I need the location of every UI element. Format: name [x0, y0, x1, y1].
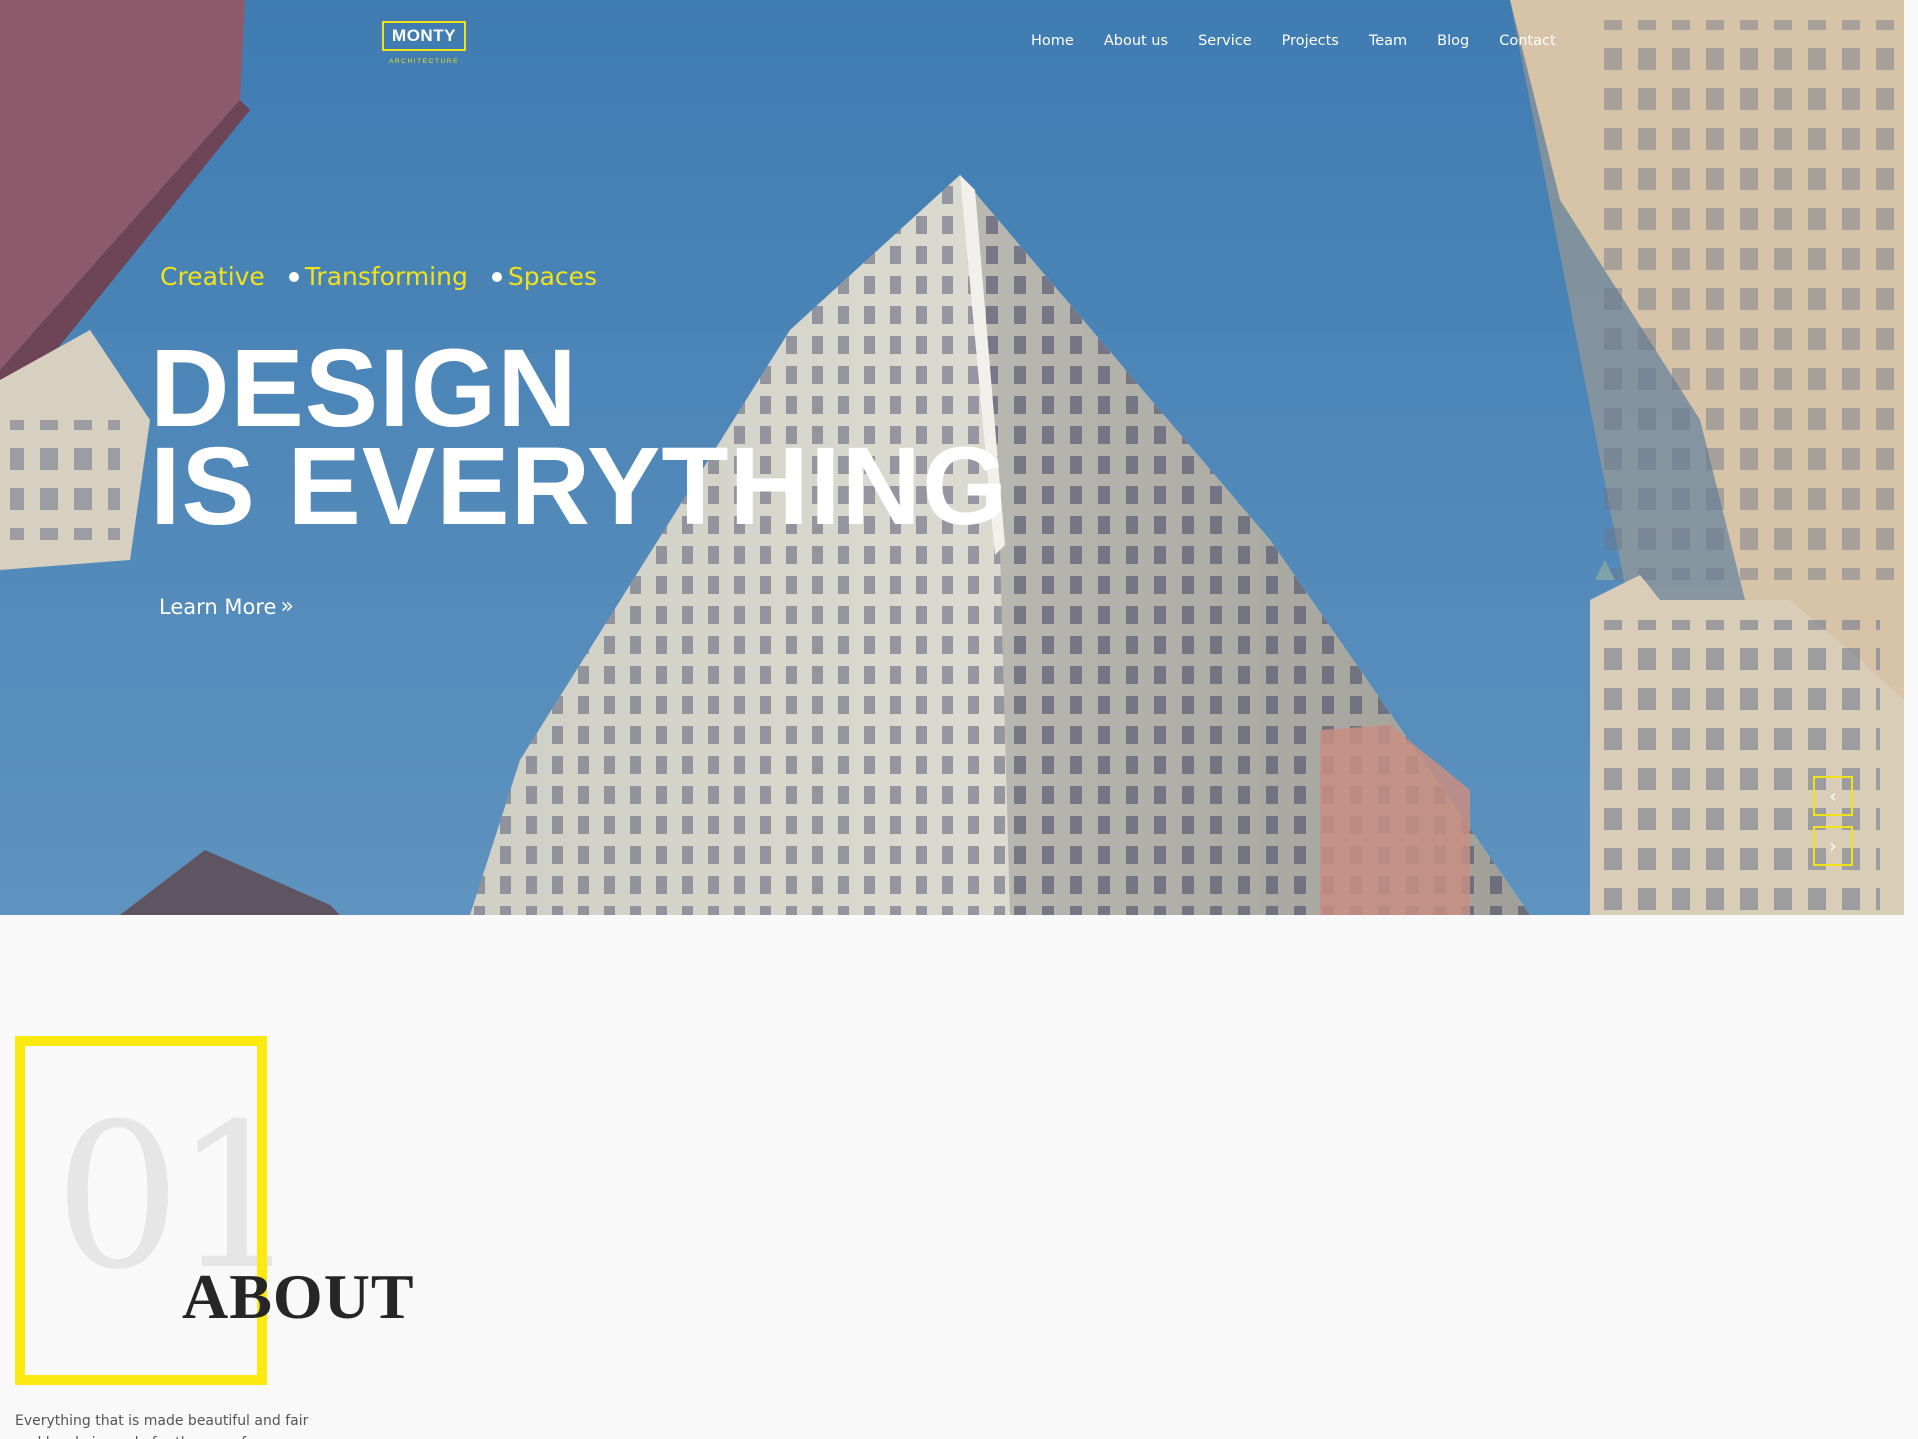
- logo[interactable]: MONTY: [382, 21, 466, 51]
- chevron-left-icon: ‹: [1829, 785, 1837, 807]
- nav-item-about-us[interactable]: About us: [1104, 33, 1168, 49]
- bullet-dot-icon: [491, 271, 502, 282]
- hero-tagline: Creative Transforming Spaces: [160, 262, 597, 291]
- learn-more-label: Learn More: [159, 594, 277, 619]
- hero-headline: DESIGN IS EVERYTHING: [150, 327, 1009, 548]
- slider-next-button[interactable]: ›: [1813, 826, 1853, 866]
- nav-item-contact[interactable]: Contact: [1499, 33, 1555, 49]
- slider-prev-button[interactable]: ‹: [1813, 776, 1853, 816]
- logo-subtitle: ARCHITECTURE: [388, 58, 460, 65]
- logo-text: MONTY: [392, 26, 456, 45]
- nav-item-service[interactable]: Service: [1198, 33, 1252, 49]
- tagline-word: Creative: [160, 262, 265, 291]
- learn-more-link[interactable]: Learn More »: [159, 594, 294, 619]
- about-accent-frame: [15, 1036, 267, 1385]
- headline-line: DESIGN: [150, 327, 578, 450]
- about-heading: ABOUT: [182, 1261, 415, 1332]
- tagline-word: Spaces: [507, 262, 598, 291]
- chevron-right-icon: ›: [1829, 835, 1837, 857]
- nav-item-projects[interactable]: Projects: [1282, 33, 1339, 49]
- nav-item-blog[interactable]: Blog: [1437, 33, 1469, 49]
- nav-item-team[interactable]: Team: [1369, 33, 1407, 49]
- headline-line: IS EVERYTHING: [150, 425, 1009, 548]
- about-text: Everything that is made beautiful and fa…: [15, 1413, 309, 1439]
- main-nav: Home About us Service Projects Team Blog…: [1031, 33, 1556, 49]
- tagline-word: Transforming: [304, 262, 468, 291]
- double-chevron-right-icon: »: [280, 594, 294, 619]
- hero-section: MONTY ARCHITECTURE Home About us Service…: [0, 0, 1904, 915]
- bullet-dot-icon: [288, 271, 299, 282]
- page: MONTY ARCHITECTURE Home About us Service…: [0, 0, 1918, 1439]
- nav-item-home[interactable]: Home: [1031, 33, 1074, 49]
